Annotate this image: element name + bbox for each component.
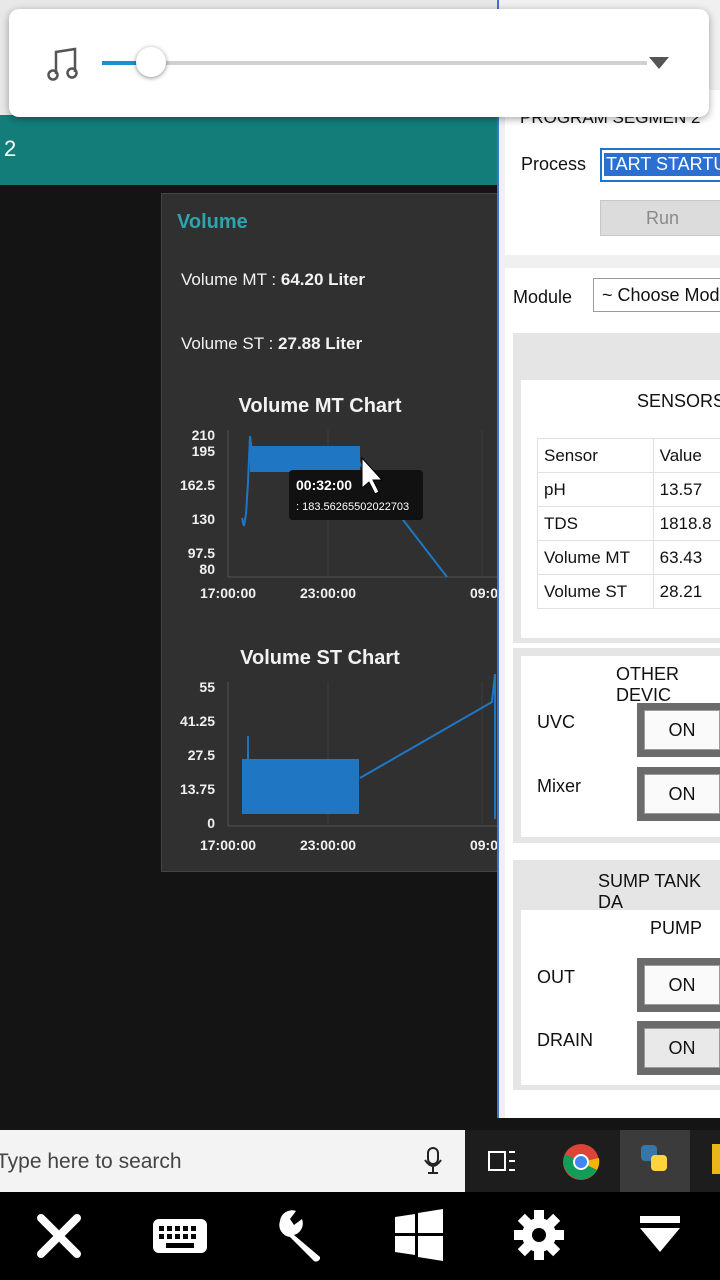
chevron-down-icon[interactable] [647, 55, 671, 71]
volume-st-chart-title: Volume ST Chart [240, 647, 400, 669]
tooltip-time: 00:32:00 [296, 477, 352, 493]
process-selected-text: TART STARTUP [604, 153, 720, 176]
mt-x-tick: 17:00:00 [200, 585, 256, 601]
table-row[interactable]: TDS 1818.8 [537, 506, 720, 541]
drain-toggle-button[interactable]: ON [637, 1021, 720, 1075]
st-x-tick: 17:00:00 [200, 837, 256, 853]
gear-icon[interactable] [512, 1208, 566, 1262]
volume-mt-value: 64.20 Liter [280, 270, 365, 289]
mt-y-tick: 97.5 [188, 545, 215, 561]
st-x-tick: 09:0 [470, 837, 498, 853]
mt-x-tick: 09:0 [470, 585, 498, 601]
drain-state: ON [644, 1028, 720, 1068]
taskbar-item-partial[interactable] [712, 1144, 720, 1174]
mt-y-tick: 195 [192, 443, 216, 459]
module-label: Module [513, 287, 573, 307]
st-y-tick: 13.75 [180, 781, 215, 797]
chart-tooltip: 00:32:00 : 183.56265502022703 [289, 470, 423, 520]
process-label: Process [521, 154, 587, 174]
close-icon[interactable] [35, 1212, 83, 1260]
volume-mt-chart[interactable]: 210 195 162.5 130 97.5 80 17:00:00 23:00… [162, 422, 500, 607]
volume-panel: Volume Volume MT : 64.20 Liter Volume ST… [161, 193, 501, 872]
drain-label: DRAIN [537, 1030, 594, 1050]
table-header-row: Sensor Value [537, 438, 720, 473]
st-y-tick: 27.5 [188, 747, 215, 763]
volume-slider-thumb[interactable] [136, 47, 167, 77]
uvc-state: ON [644, 710, 720, 750]
sensor-name: Volume ST [537, 574, 654, 609]
hide-toolbar-icon[interactable] [638, 1214, 682, 1256]
value-column-header: Value [652, 438, 720, 473]
mt-x-tick: 23:00:00 [300, 585, 356, 601]
uvc-label: UVC [537, 712, 576, 732]
sensor-name: TDS [537, 506, 654, 541]
microphone-icon[interactable] [423, 1146, 443, 1176]
keyboard-icon[interactable] [152, 1218, 208, 1254]
out-label: OUT [537, 967, 575, 987]
mt-series-band [250, 446, 360, 472]
python-app-taskbar-item[interactable] [620, 1130, 690, 1192]
table-row[interactable]: Volume ST 28.21 [537, 574, 720, 609]
mt-y-tick: 130 [192, 511, 216, 527]
volume-st-label: Volume ST : [181, 334, 274, 353]
sensor-value: 13.57 [652, 472, 720, 507]
sensors-title: SENSORS [637, 391, 720, 411]
sensor-value: 1818.8 [652, 506, 720, 541]
out-state: ON [644, 965, 720, 1005]
st-y-tick: 41.25 [180, 713, 215, 729]
pump-title: PUMP [650, 918, 703, 938]
tooltip-value: : 183.56265502022703 [296, 501, 409, 513]
mt-y-tick: 162.5 [180, 477, 215, 493]
st-y-tick: 55 [199, 679, 215, 695]
sensor-name: pH [537, 472, 654, 507]
search-placeholder: Type here to search [0, 1150, 182, 1173]
other-devices-title: OTHER DEVIC [616, 664, 679, 705]
st-x-tick: 23:00:00 [300, 837, 356, 853]
sensor-value: 63.43 [652, 540, 720, 575]
chrome-icon[interactable] [561, 1142, 601, 1182]
st-series-band [242, 759, 359, 814]
python-icon [641, 1145, 667, 1171]
remote-toolbar [0, 1192, 720, 1280]
st-y-tick: 0 [207, 815, 215, 831]
sensor-value: 28.21 [652, 574, 720, 609]
volume-st-chart[interactable]: 55 41.25 27.5 13.75 0 17:00:00 23:00:00 … [162, 674, 500, 859]
teal-header-bar [0, 115, 500, 185]
volume-slider-track[interactable] [102, 61, 647, 65]
volume-mt-row: Volume MT : 64.20 Liter [181, 270, 365, 290]
sensor-column-header: Sensor [537, 438, 654, 473]
volume-st-row: Volume ST : 27.88 Liter [181, 334, 362, 354]
mt-y-tick: 210 [192, 427, 216, 443]
sump-tank-title: SUMP TANK DA [598, 871, 702, 912]
task-view-icon[interactable] [487, 1148, 517, 1174]
mixer-label: Mixer [537, 776, 581, 796]
volume-panel-title: Volume [177, 211, 248, 233]
module-select[interactable]: ~ Choose Mod [593, 278, 720, 312]
windows-icon[interactable] [393, 1209, 445, 1261]
table-row[interactable]: Volume MT 63.43 [537, 540, 720, 575]
mixer-toggle-button[interactable]: ON [637, 767, 720, 821]
sensor-table: Sensor Value pH 13.57 TDS 1818.8 Volume … [537, 438, 720, 609]
volume-mt-chart-title: Volume MT Chart [238, 395, 402, 417]
uvc-toggle-button[interactable]: ON [637, 703, 720, 757]
volume-mt-label: Volume MT : [181, 270, 277, 289]
table-row[interactable]: pH 13.57 [537, 472, 720, 507]
mt-y-tick: 80 [199, 561, 215, 577]
sensor-name: Volume MT [537, 540, 654, 575]
volume-st-value: 27.88 Liter [278, 334, 363, 353]
music-note-icon [47, 47, 78, 81]
run-button[interactable]: Run [600, 200, 720, 236]
wrench-icon[interactable] [272, 1207, 328, 1263]
media-volume-overlay [9, 9, 709, 117]
mixer-state: ON [644, 774, 720, 814]
process-input[interactable]: TART STARTUP [600, 148, 720, 182]
out-toggle-button[interactable]: ON [637, 958, 720, 1012]
header-number: 2 [4, 136, 17, 161]
